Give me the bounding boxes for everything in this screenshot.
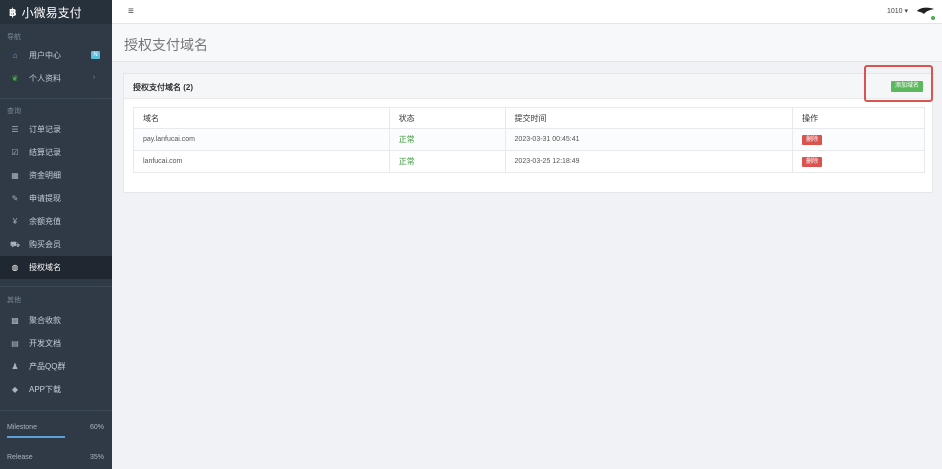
progress-label: Release (7, 454, 33, 461)
sidebar-item-app-download[interactable]: ◆ APP下载 (0, 378, 112, 401)
progress-label: Milestone (7, 424, 37, 431)
divider (0, 410, 112, 411)
divider (0, 98, 112, 99)
time-cell: 2023-03-25 12:18:49 (504, 150, 794, 173)
leaf-icon: ❦ (11, 74, 19, 83)
sidebar-item-label: 结算记录 (29, 148, 61, 157)
status-cell: 正常 (388, 128, 506, 151)
progress-release: Release 35% (7, 454, 104, 461)
brand[interactable]: ฿ 小微易支付 (0, 0, 112, 24)
domains-table: 域名 状态 提交时间 操作 pay.lanfucai.com 正常 2023-0… (133, 107, 925, 173)
sidebar-item-profile[interactable]: ❦ 个人资料 › (0, 67, 112, 90)
sidebar-item-domains[interactable]: ◍ 授权域名 (0, 256, 112, 279)
sidebar-item-label: 个人资料 (29, 74, 61, 83)
table-row: lanfucai.com 正常 2023-03-25 12:18:49 删除 (133, 150, 925, 173)
delete-button[interactable]: 删除 (802, 134, 823, 145)
sidebar-item-withdraw[interactable]: ✎ 申请提现 (0, 187, 112, 210)
domain-cell: pay.lanfucai.com (133, 128, 390, 151)
column-header-action: 操作 (792, 107, 925, 129)
page-header: 授权支付域名 (112, 24, 942, 62)
progress-bar-fill (7, 436, 65, 438)
divider (0, 286, 112, 287)
globe-icon: ◍ (11, 263, 19, 272)
domain-cell: lanfucai.com (133, 150, 390, 173)
sidebar-item-user-center[interactable]: ⌂ 用户中心 N (0, 44, 112, 67)
sidebar: ฿ 小微易支付 导航 ⌂ 用户中心 N ❦ 个人资料 › 查询 ☰ 订单记录 ☑… (0, 0, 112, 469)
section-label-nav: 导航 (7, 34, 21, 41)
delete-button[interactable]: 删除 (802, 156, 823, 167)
online-status-icon (931, 16, 935, 20)
table-row: pay.lanfucai.com 正常 2023-03-31 00:45:41 … (133, 128, 925, 151)
book-icon: ▤ (11, 339, 19, 348)
progress-percent: 35% (89, 454, 104, 461)
cart-icon: ⛟ (9, 239, 21, 249)
home-icon: ⌂ (12, 51, 18, 60)
sidebar-item-label: 开发文档 (29, 339, 61, 348)
highlight-annotation (864, 65, 933, 102)
column-header-status: 状态 (388, 107, 506, 129)
menu-toggle-icon[interactable]: ≡ (128, 6, 134, 17)
table-header-row: 域名 状态 提交时间 操作 (133, 107, 925, 129)
sidebar-item-label: 订单记录 (29, 125, 61, 134)
sidebar-item-label: 申请提现 (29, 194, 61, 203)
sidebar-item-qq-group[interactable]: ♟ 产品QQ群 (0, 355, 112, 378)
progress-milestone: Milestone 60% (7, 424, 104, 438)
android-icon: ◆ (11, 385, 19, 394)
progress-percent: 60% (89, 424, 104, 431)
sidebar-item-label: APP下载 (29, 385, 62, 394)
checkbox-icon: ☑ (11, 148, 19, 157)
sidebar-item-docs[interactable]: ▤ 开发文档 (0, 332, 112, 355)
sidebar-item-label: 产品QQ群 (29, 362, 66, 371)
qrcode-icon: ▩ (11, 316, 19, 325)
user-dropdown[interactable]: 1010 ▾ (887, 7, 908, 15)
time-cell: 2023-03-31 00:45:41 (504, 128, 794, 151)
sidebar-item-label: 购买会员 (29, 240, 61, 249)
edit-icon: ✎ (11, 194, 19, 203)
panel-header: 授权支付域名 (2) 添加域名 (124, 74, 932, 99)
sidebar-item-settlements[interactable]: ☑ 结算记录 (0, 141, 112, 164)
sidebar-item-funds[interactable]: ▦ 资金明细 (0, 164, 112, 187)
section-label-query: 查询 (7, 108, 21, 115)
yen-icon: ¥ (12, 217, 18, 226)
qq-icon: ♟ (11, 362, 19, 371)
chevron-right-icon: › (93, 74, 96, 81)
action-cell: 删除 (792, 150, 925, 173)
domains-panel: 授权支付域名 (2) 添加域名 域名 状态 提交时间 操作 pay.lanfuc… (123, 73, 933, 193)
avatar[interactable] (916, 5, 935, 20)
list-icon: ☰ (11, 125, 19, 134)
page-title: 授权支付域名 (124, 37, 208, 53)
column-header-domain: 域名 (133, 107, 390, 129)
sidebar-item-orders[interactable]: ☰ 订单记录 (0, 118, 112, 141)
sidebar-item-label: 授权域名 (29, 263, 61, 272)
topbar: ≡ 1010 ▾ (112, 0, 942, 24)
sidebar-item-aggregate[interactable]: ▩ 聚合收款 (0, 309, 112, 332)
section-label-other: 其他 (7, 297, 21, 304)
new-badge: N (91, 51, 100, 59)
sidebar-item-label: 用户中心 (29, 51, 61, 60)
calendar-icon: ▦ (11, 171, 19, 180)
panel-title: 授权支付域名 (2) (133, 83, 193, 92)
action-cell: 删除 (792, 128, 925, 151)
sidebar-item-label: 聚合收款 (29, 316, 61, 325)
column-header-time: 提交时间 (504, 107, 794, 129)
sidebar-item-label: 资金明细 (29, 171, 61, 180)
brand-name: 小微易支付 (21, 5, 82, 20)
sidebar-item-label: 余额充值 (29, 217, 61, 226)
sidebar-item-membership[interactable]: ⛟ 购买会员 (0, 233, 112, 256)
sidebar-item-recharge[interactable]: ¥ 余额充值 (0, 210, 112, 233)
status-cell: 正常 (388, 150, 506, 173)
bitcoin-logo-icon: ฿ (9, 6, 17, 19)
